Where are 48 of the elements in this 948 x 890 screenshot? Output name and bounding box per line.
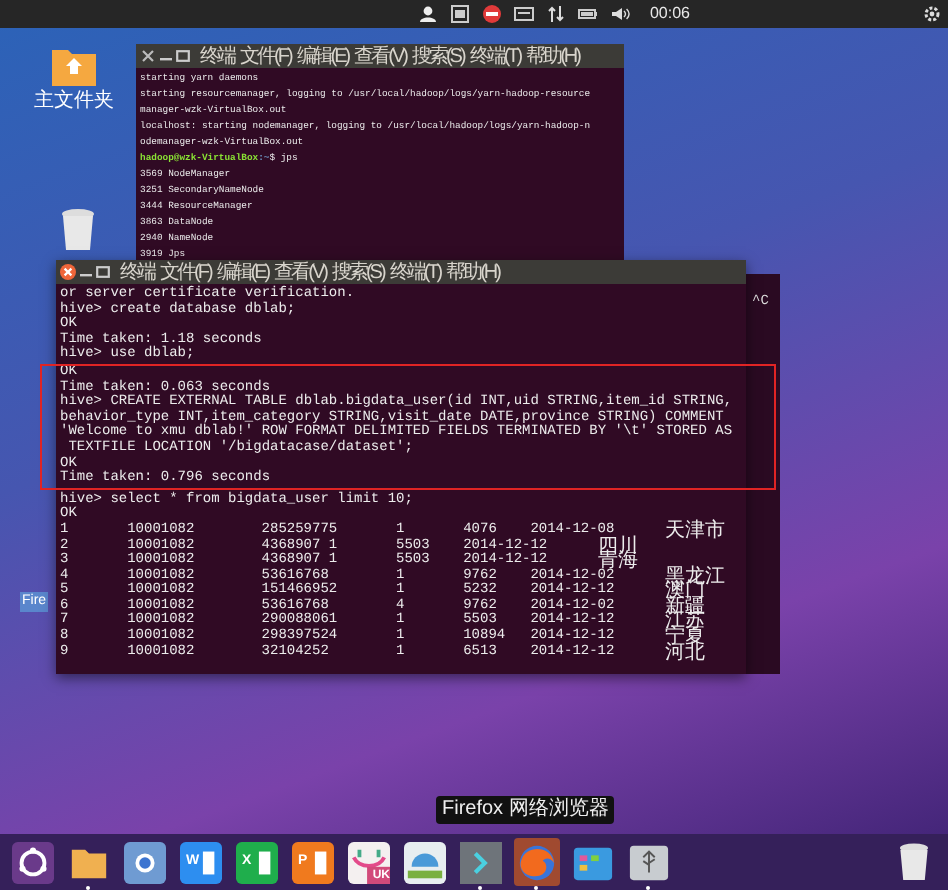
maximize-icon[interactable] xyxy=(176,48,190,64)
tooltip: Firefox 网络浏览器 xyxy=(436,796,615,824)
browser-icon xyxy=(516,841,558,883)
table-cell: 澳门 xyxy=(664,584,705,600)
trash-icon[interactable] xyxy=(60,208,96,252)
menu-item[interactable]: 终端(T) xyxy=(389,261,441,283)
clock[interactable]: 00:06 xyxy=(649,2,690,26)
menu-item[interactable]: 编辑(E) xyxy=(216,261,269,283)
network-icon[interactable] xyxy=(545,4,566,24)
table-cell: 宁夏 xyxy=(664,630,705,646)
user-icon[interactable] xyxy=(417,4,438,24)
stop-icon[interactable] xyxy=(481,4,502,24)
menu-item[interactable]: 搜索(S) xyxy=(411,45,464,67)
usb-icon xyxy=(628,841,670,883)
round-app-icon xyxy=(124,841,166,883)
terminal-icon xyxy=(460,841,502,883)
trash-icon[interactable] xyxy=(898,842,930,882)
table-cell: 河北 xyxy=(664,645,705,661)
window-icon[interactable] xyxy=(449,4,470,24)
dock-button[interactable] xyxy=(122,838,168,886)
dome-app-icon xyxy=(404,841,446,883)
dock-button[interactable] xyxy=(402,838,448,886)
menu-item[interactable]: 终端(T) xyxy=(469,45,521,67)
table-cell: 江苏 xyxy=(664,614,705,631)
presentation-icon xyxy=(292,841,334,883)
table-cell: 天津市 xyxy=(664,523,725,539)
volume-icon[interactable] xyxy=(609,4,630,24)
menu-item[interactable]: 终端 xyxy=(200,45,234,67)
document-icon xyxy=(180,841,222,883)
settings-icon[interactable] xyxy=(922,4,942,24)
maximize-icon[interactable] xyxy=(96,264,110,280)
folder-label[interactable]: 主文件夹 xyxy=(34,90,114,112)
menu-item[interactable]: 搜索(S) xyxy=(331,261,384,283)
menu-item[interactable]: 帮助(H) xyxy=(446,261,499,283)
circle-logo-icon xyxy=(12,841,54,883)
spreadsheet-icon xyxy=(236,841,278,883)
menu-item[interactable]: 查看(V) xyxy=(274,261,326,283)
menu-item[interactable]: 查看(V) xyxy=(354,45,406,67)
menu-item[interactable]: 文件(F) xyxy=(240,45,291,67)
home-folder-icon[interactable] xyxy=(50,44,98,88)
dock-button[interactable] xyxy=(10,838,56,886)
close-icon[interactable] xyxy=(140,48,156,64)
menu-item[interactable]: 帮助(H) xyxy=(526,45,579,67)
menu-item[interactable]: 文件(F) xyxy=(160,261,211,283)
battery-icon[interactable] xyxy=(577,4,598,24)
menu-item[interactable]: 终端 xyxy=(120,261,154,283)
dock-button[interactable] xyxy=(458,838,504,886)
menu-item[interactable]: 编辑(E) xyxy=(296,45,349,67)
